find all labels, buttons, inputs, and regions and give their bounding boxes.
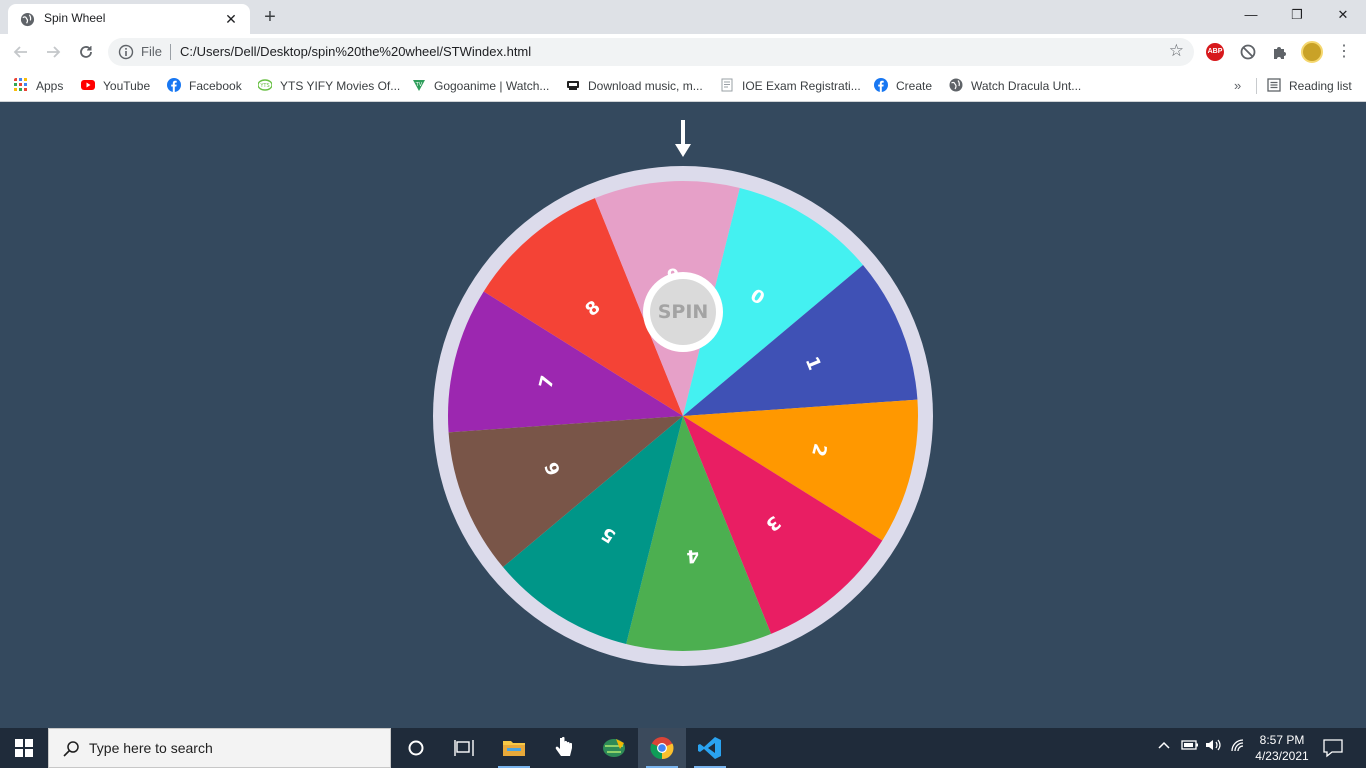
- svg-text:YTS: YTS: [259, 83, 269, 89]
- bookmarks-bar: Apps YouTube Facebook YTS YTS YIFY Movies…: [0, 70, 1366, 102]
- svg-text:TV: TV: [415, 82, 423, 88]
- search-placeholder: Type here to search: [89, 740, 213, 756]
- bookmarks-divider: [1256, 78, 1257, 94]
- facebook-icon: [167, 78, 181, 92]
- bookmark-yts[interactable]: YTS YTS YIFY Movies Of...: [258, 76, 400, 96]
- music-download-icon: [567, 81, 579, 90]
- avatar[interactable]: [1301, 41, 1323, 63]
- bookmark-watch-dracula[interactable]: Watch Dracula Unt...: [949, 76, 1081, 96]
- wheel-graphic: 7890123456: [433, 166, 933, 666]
- bookmark-label: IOE Exam Registrati...: [742, 79, 861, 93]
- chevron-up-icon[interactable]: [1157, 738, 1171, 755]
- reading-list-label: Reading list: [1289, 79, 1352, 93]
- bookmark-facebook[interactable]: Facebook: [167, 76, 242, 96]
- back-button[interactable]: [8, 40, 34, 64]
- globe-icon: [949, 78, 963, 92]
- internet-download-manager-button[interactable]: [590, 728, 638, 768]
- restore-button[interactable]: ❐: [1274, 0, 1320, 30]
- battery-icon[interactable]: [1181, 738, 1199, 755]
- spin-button[interactable]: SPIN: [643, 272, 723, 352]
- bookmark-download-music[interactable]: Download music, m...: [566, 76, 703, 96]
- bookmark-label: YTS YIFY Movies Of...: [280, 79, 401, 93]
- bookmark-apps[interactable]: Apps: [14, 76, 63, 96]
- task-view-icon: [454, 740, 474, 756]
- bookmark-label: Apps: [36, 79, 64, 93]
- hand-pointer-icon: [555, 736, 572, 756]
- bookmark-label: Create: [896, 79, 933, 93]
- document-icon: [721, 78, 733, 92]
- url-text[interactable]: C:/Users/Dell/Desktop/spin%20the%20wheel…: [180, 44, 531, 59]
- start-button[interactable]: [0, 728, 48, 768]
- file-explorer-button[interactable]: [490, 728, 538, 768]
- close-tab-button[interactable]: ✕: [222, 10, 240, 28]
- system-clock[interactable]: 8:57 PM 4/23/2021: [1254, 732, 1310, 764]
- tab-spin-wheel[interactable]: Spin Wheel ✕: [8, 4, 250, 34]
- adblock-icon[interactable]: ABP: [1206, 43, 1224, 61]
- windows-logo-icon: [15, 739, 33, 757]
- wifi-icon[interactable]: [1230, 738, 1246, 755]
- page-content: 7890123456: [0, 103, 1366, 728]
- info-icon[interactable]: [118, 44, 134, 60]
- folder-icon: [503, 741, 525, 756]
- separator: [170, 44, 171, 60]
- taskbar-search-box[interactable]: Type here to search: [48, 728, 391, 768]
- pointer-arrow-icon: [675, 120, 691, 157]
- reading-list-button[interactable]: Reading list: [1267, 76, 1352, 96]
- bookmark-youtube[interactable]: YouTube: [81, 76, 150, 96]
- address-bar[interactable]: File C:/Users/Dell/Desktop/spin%20the%20…: [108, 38, 1194, 66]
- facebook-icon: [874, 78, 888, 92]
- bookmark-label: Gogoanime | Watch...: [434, 79, 550, 93]
- new-tab-button[interactable]: +: [258, 6, 282, 28]
- scheme-label: File: [141, 44, 162, 59]
- vscode-button[interactable]: [686, 728, 734, 768]
- clock-time: 8:57 PM: [1259, 733, 1305, 747]
- reload-button[interactable]: [73, 40, 99, 64]
- spin-label: SPIN: [650, 279, 716, 345]
- reload-icon: [80, 46, 92, 58]
- vscode-icon: [698, 737, 721, 759]
- more-bookmarks-button[interactable]: »: [1234, 76, 1241, 96]
- search-icon: [63, 741, 79, 757]
- task-view-button[interactable]: [440, 728, 488, 768]
- bookmark-star-icon[interactable]: ☆: [1169, 41, 1184, 61]
- bookmark-label: Download music, m...: [588, 79, 703, 93]
- block-icon[interactable]: [1238, 42, 1258, 62]
- wheel-segment-label: 4: [686, 545, 700, 567]
- bookmark-gogoanime[interactable]: TV Gogoanime | Watch...: [412, 76, 549, 96]
- forward-button[interactable]: [40, 40, 66, 64]
- bookmark-ioe-exam[interactable]: IOE Exam Registrati...: [720, 76, 861, 96]
- kebab-menu-icon[interactable]: ⋮: [1336, 40, 1352, 64]
- bookmark-label: YouTube: [103, 79, 151, 93]
- apps-grid-icon: [14, 78, 27, 91]
- spin-wheel[interactable]: 7890123456: [433, 166, 933, 666]
- arrow-right-icon: [47, 46, 61, 58]
- youtube-icon: [81, 80, 95, 90]
- bookmark-label: Watch Dracula Unt...: [971, 79, 1082, 93]
- minimize-button[interactable]: —: [1228, 0, 1274, 30]
- touch-app-button[interactable]: [540, 728, 588, 768]
- close-window-button[interactable]: ✕: [1320, 0, 1366, 30]
- puzzle-icon[interactable]: [1270, 42, 1290, 62]
- cortana-circle-icon: [408, 740, 424, 756]
- arrow-left-icon: [13, 46, 27, 58]
- reading-list-icon: [1267, 78, 1281, 92]
- browser-toolbar: File C:/Users/Dell/Desktop/spin%20the%20…: [0, 34, 1366, 70]
- cortana-button[interactable]: [392, 728, 440, 768]
- speaker-icon[interactable]: [1205, 738, 1223, 755]
- chrome-icon: [650, 737, 674, 760]
- bookmark-create[interactable]: Create: [874, 76, 932, 96]
- clock-date: 4/23/2021: [1255, 749, 1309, 763]
- bookmark-label: Facebook: [189, 79, 242, 93]
- notification-icon[interactable]: [1322, 738, 1344, 758]
- globe-icon: [20, 12, 35, 27]
- tab-title: Spin Wheel: [44, 11, 106, 25]
- gogoanime-icon: TV: [413, 80, 425, 91]
- windows-taskbar: Type here to search 8:57 PM 4/23/2021: [0, 728, 1366, 768]
- globe-download-icon: [603, 739, 625, 757]
- yts-icon: YTS: [258, 79, 272, 91]
- browser-tab-strip: Spin Wheel ✕ + — ❐ ✕: [0, 0, 1366, 34]
- chrome-button[interactable]: [638, 728, 686, 768]
